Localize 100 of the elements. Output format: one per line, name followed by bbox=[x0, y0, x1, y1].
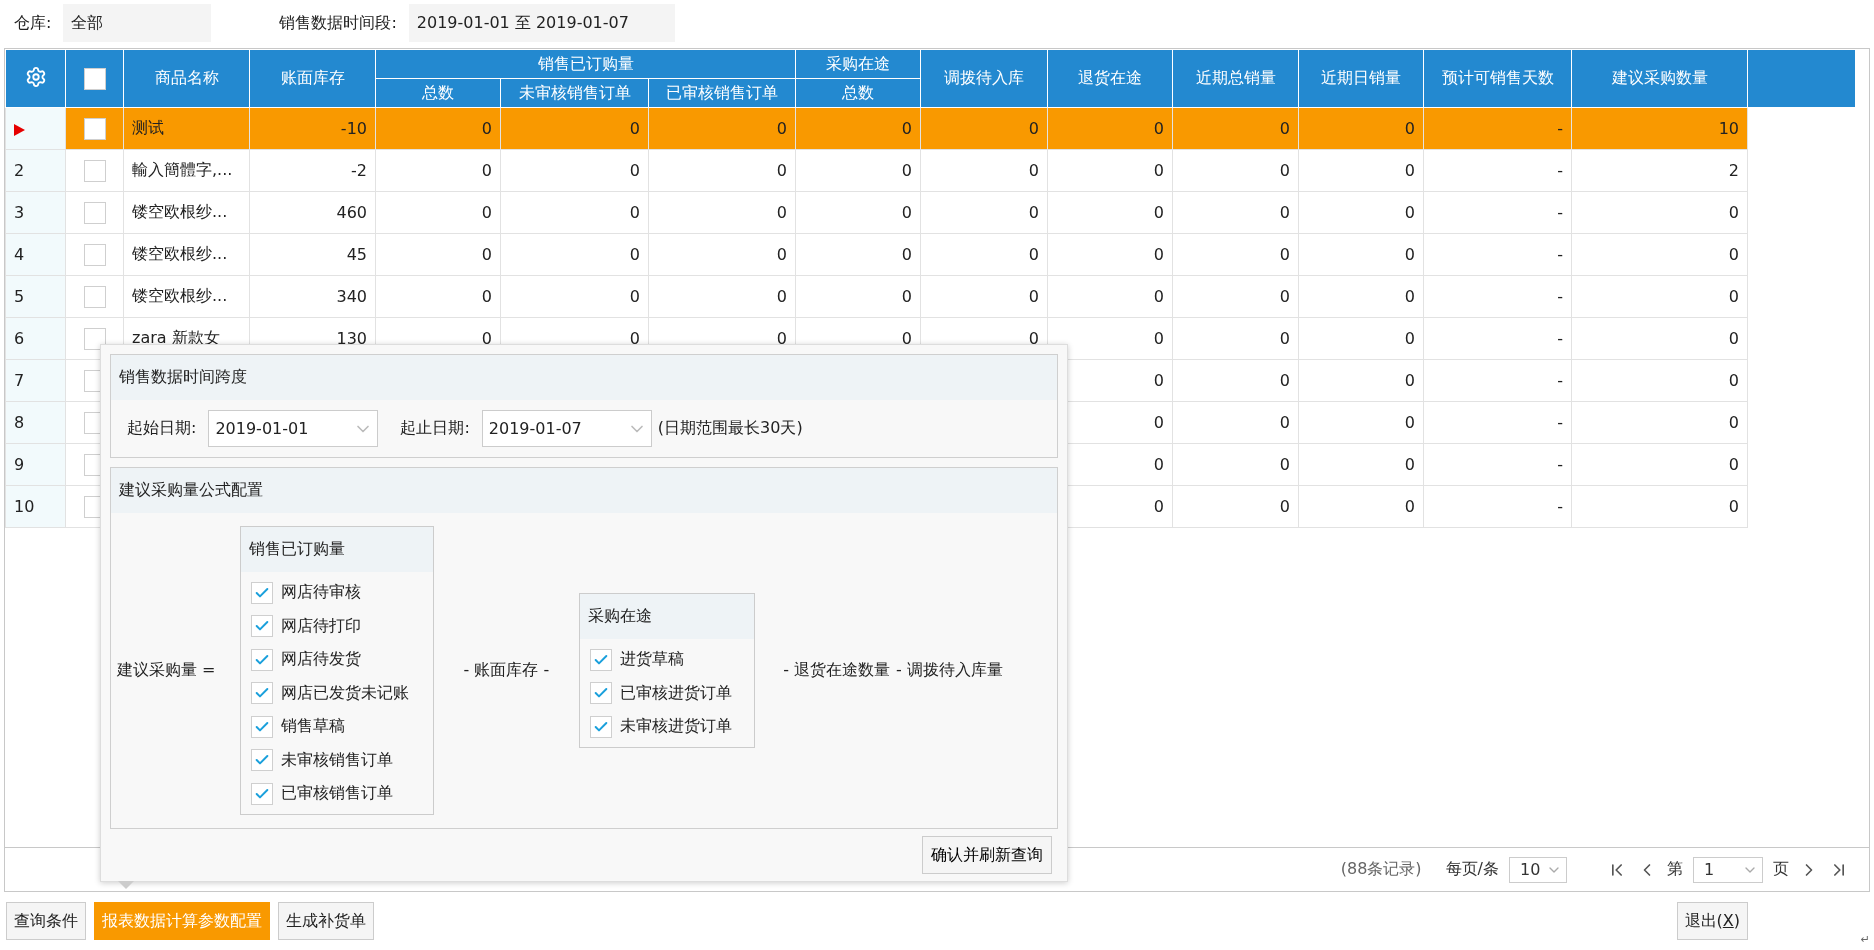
option-checkbox[interactable] bbox=[590, 682, 613, 704]
table-cell: 0 bbox=[1172, 233, 1299, 276]
table-cell: 0 bbox=[1571, 443, 1748, 486]
table-cell: 0 bbox=[1571, 359, 1748, 402]
option-label: 进货草稿 bbox=[620, 649, 685, 670]
table-cell: 0 bbox=[500, 107, 649, 150]
table-cell: 0 bbox=[375, 275, 501, 318]
row-checkbox[interactable] bbox=[83, 327, 106, 350]
option-checkbox[interactable] bbox=[590, 648, 613, 671]
table-cell: 0 bbox=[500, 191, 649, 234]
option-checkbox[interactable] bbox=[250, 648, 273, 671]
table-cell: 0 bbox=[1298, 149, 1424, 192]
table-cell: 0 bbox=[375, 149, 501, 192]
current-row-icon bbox=[14, 123, 25, 136]
row-checkbox[interactable] bbox=[83, 117, 106, 140]
row-number: 8 bbox=[5, 401, 66, 444]
column-header: 调拨待入库 bbox=[920, 49, 1048, 108]
settings-header[interactable] bbox=[5, 49, 66, 108]
end-date-label: 起止日期: bbox=[400, 418, 470, 439]
option-checkbox[interactable] bbox=[250, 615, 273, 637]
column-header: 总数 bbox=[795, 78, 921, 108]
table-cell: 0 bbox=[1047, 107, 1173, 150]
table-cell: 0 bbox=[1571, 233, 1748, 276]
filter-label: 销售数据时间段: bbox=[279, 12, 397, 34]
toolbar-button[interactable]: 生成补货单 bbox=[278, 902, 374, 940]
table-cell: - bbox=[1423, 317, 1572, 360]
column-header: 建议采购数量 bbox=[1571, 49, 1748, 108]
row-number: 3 bbox=[5, 191, 66, 234]
table-cell: 0 bbox=[795, 107, 921, 150]
table-cell: - bbox=[1423, 149, 1572, 192]
table-cell: 0 bbox=[648, 275, 796, 318]
table-cell: 0 bbox=[1172, 359, 1299, 402]
select-all-checkbox[interactable] bbox=[83, 67, 106, 90]
table-cell: 0 bbox=[500, 233, 649, 276]
row-number: 10 bbox=[5, 485, 66, 528]
table-cell: - bbox=[1423, 275, 1572, 318]
option-label: 网店待发货 bbox=[280, 649, 361, 670]
column-header: 账面库存 bbox=[249, 49, 376, 108]
row-checkbox[interactable] bbox=[83, 201, 106, 224]
popup-pointer-icon bbox=[118, 881, 134, 889]
table-cell: -10 bbox=[249, 107, 376, 150]
table-cell: 340 bbox=[249, 275, 376, 318]
formula-result-label: 建议采购量 = bbox=[117, 660, 216, 681]
table-cell: - bbox=[1423, 359, 1572, 402]
row-checkbox[interactable] bbox=[83, 285, 106, 308]
column-header: 退货在途 bbox=[1047, 49, 1173, 108]
row-number: 4 bbox=[5, 233, 66, 276]
return-mark: ↵ bbox=[1860, 933, 1870, 946]
page-prefix: 第 bbox=[1667, 859, 1683, 880]
table-cell: - bbox=[1423, 191, 1572, 234]
option-label: 网店待审核 bbox=[280, 582, 361, 603]
column-header: 已审核销售订单 bbox=[648, 78, 796, 108]
table-cell: 镂空欧根纱... bbox=[123, 275, 250, 318]
option-label: 未审核销售订单 bbox=[280, 749, 393, 771]
column-header: 近期日销量 bbox=[1298, 49, 1424, 108]
table-cell: 0 bbox=[648, 149, 796, 192]
table-cell: 0 bbox=[795, 275, 921, 318]
table-cell: 0 bbox=[1298, 107, 1424, 150]
table-cell: 0 bbox=[1571, 485, 1748, 528]
table-cell: 0 bbox=[648, 191, 796, 234]
table-cell: 0 bbox=[1298, 233, 1424, 276]
option-checkbox[interactable] bbox=[250, 782, 273, 805]
page-select[interactable]: 1 bbox=[1693, 856, 1763, 883]
page-size-select[interactable]: 10 bbox=[1509, 856, 1567, 883]
option-checkbox[interactable] bbox=[250, 749, 273, 771]
table-cell: 0 bbox=[1172, 485, 1299, 528]
table-cell: 0 bbox=[1047, 233, 1173, 276]
option-checkbox[interactable] bbox=[250, 581, 273, 604]
option-checkbox[interactable] bbox=[590, 715, 613, 738]
table-cell: 镂空欧根纱... bbox=[123, 191, 250, 234]
group-title: 采购在途 bbox=[580, 593, 755, 639]
table-cell: 0 bbox=[920, 275, 1048, 318]
table-cell: 0 bbox=[1571, 317, 1748, 360]
date-range-note: (日期范围最长30天) bbox=[657, 418, 803, 439]
column-header: 预计可销售天数 bbox=[1423, 49, 1572, 108]
start-date-field[interactable]: 2019-01-01 bbox=[208, 410, 379, 447]
end-date-field[interactable]: 2019-01-07 bbox=[481, 410, 652, 447]
table-cell: 0 bbox=[795, 233, 921, 276]
table-cell: - bbox=[1423, 485, 1572, 528]
row-checkbox[interactable] bbox=[83, 159, 106, 182]
option-checkbox[interactable] bbox=[250, 682, 273, 704]
table-cell: 10 bbox=[1571, 107, 1748, 150]
exit-button[interactable]: 退出(X) bbox=[1676, 902, 1748, 940]
table-cell: 0 bbox=[1298, 191, 1424, 234]
filter-field[interactable]: 全部 bbox=[63, 4, 212, 42]
table-cell: - bbox=[1423, 107, 1572, 150]
table-cell: 0 bbox=[1298, 275, 1424, 318]
table-cell: 0 bbox=[920, 233, 1048, 276]
row-number: 9 bbox=[5, 443, 66, 486]
option-checkbox[interactable] bbox=[250, 715, 273, 738]
row-checkbox[interactable] bbox=[83, 243, 106, 266]
option-label: 已审核销售订单 bbox=[280, 783, 393, 804]
table-cell: 45 bbox=[249, 233, 376, 276]
option-label: 未审核进货订单 bbox=[620, 716, 733, 737]
toolbar-button[interactable]: 查询条件 bbox=[6, 902, 86, 940]
settings-icon[interactable] bbox=[24, 65, 47, 88]
table-cell: -2 bbox=[249, 149, 376, 192]
table-cell: 0 bbox=[1172, 191, 1299, 234]
confirm-refresh-button[interactable]: 确认并刷新查询 bbox=[922, 836, 1052, 874]
filter-field[interactable]: 2019-01-01 至 2019-01-07 bbox=[408, 4, 675, 42]
